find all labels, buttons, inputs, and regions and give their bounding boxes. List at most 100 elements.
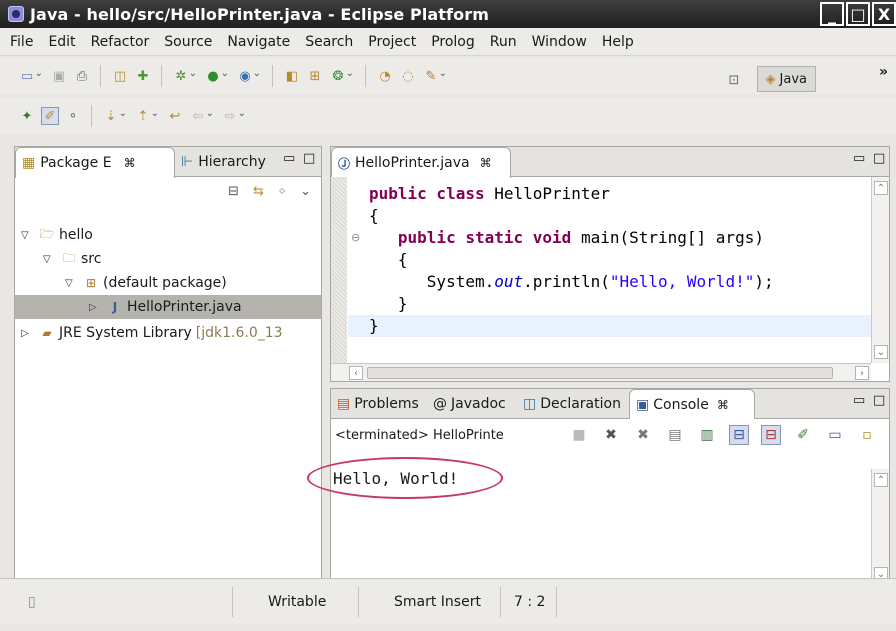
java-perspective-button[interactable]: ◈ Java bbox=[756, 66, 816, 92]
tree-row-jre-library[interactable]: ▷ ▰ JRE System Library [jdk1.6.0_13 bbox=[15, 321, 321, 345]
code-area[interactable]: public class HelloPrinter { public stati… bbox=[369, 183, 774, 337]
pin-icon[interactable]: ✦ bbox=[18, 107, 36, 125]
tab-package-explorer[interactable]: ▦ Package E ⌘ bbox=[15, 147, 175, 178]
scroll-left-icon[interactable]: ‹ bbox=[349, 366, 363, 380]
menu-project[interactable]: Project bbox=[368, 34, 416, 50]
code-text: main(String[] args) bbox=[580, 228, 764, 247]
minimize-view-icon[interactable]: ▭ bbox=[853, 393, 865, 408]
tab-console[interactable]: ▣ Console ⌘ bbox=[629, 389, 755, 420]
menu-run[interactable]: Run bbox=[490, 34, 517, 50]
run-icon[interactable]: ● bbox=[204, 67, 229, 85]
tree-row-default-package[interactable]: ▽ ⊞ (default package) bbox=[15, 271, 321, 295]
code-keyword: public class bbox=[369, 184, 495, 203]
maximize-view-icon[interactable]: □ bbox=[873, 151, 885, 166]
save-icon[interactable]: ▣ bbox=[50, 67, 68, 85]
new-package-icon[interactable]: ✚ bbox=[134, 67, 152, 85]
menu-source[interactable]: Source bbox=[164, 34, 212, 50]
open-type-icon[interactable]: ◔ bbox=[376, 67, 394, 85]
close-tab-icon[interactable]: ⌘ bbox=[480, 156, 492, 170]
tree-row-hello-printer[interactable]: ▷ J HelloPrinter.java bbox=[15, 295, 321, 319]
next-annotation-icon[interactable]: ⇣ bbox=[102, 107, 127, 125]
tab-javadoc[interactable]: @ Javadoc bbox=[427, 389, 506, 419]
search-icon[interactable]: ✎ bbox=[422, 67, 447, 85]
show-stderr-icon[interactable]: ⊟ bbox=[761, 425, 781, 445]
tab-hello-printer[interactable]: Ⓙ HelloPrinter.java ⌘ bbox=[331, 147, 511, 178]
scroll-down-icon[interactable]: ⌄ bbox=[874, 345, 888, 359]
editor-panel: Ⓙ HelloPrinter.java ⌘ ▭ □ ⊖ public class… bbox=[330, 146, 890, 382]
previous-annotation-icon[interactable]: ⇡ bbox=[134, 107, 159, 125]
menu-help[interactable]: Help bbox=[602, 34, 634, 50]
expand-triangle-icon[interactable]: ▽ bbox=[65, 278, 77, 289]
console-vertical-scrollbar[interactable]: ⌃ ⌄ bbox=[871, 469, 889, 585]
view-menu-chevron-icon[interactable]: ⌄ bbox=[300, 184, 311, 199]
scroll-up-icon[interactable]: ⌃ bbox=[874, 181, 888, 195]
clear-console-icon[interactable]: ▤ bbox=[665, 425, 685, 445]
open-perspective-icon[interactable]: ⊡ bbox=[725, 71, 743, 89]
last-edit-icon[interactable]: ↩ bbox=[166, 107, 184, 125]
source-folder-icon: 🗀 bbox=[62, 250, 75, 265]
tab-hierarchy-label: Hierarchy bbox=[198, 154, 266, 170]
close-tab-icon[interactable]: ⌘ bbox=[717, 398, 729, 412]
show-whitespace-icon[interactable]: ⚬ bbox=[64, 107, 82, 125]
new-fast-view-icon[interactable]: ▯ bbox=[28, 594, 36, 610]
menu-refactor[interactable]: Refactor bbox=[91, 34, 150, 50]
print-icon[interactable]: ⎙ bbox=[73, 67, 91, 85]
new-icon[interactable]: ▭ bbox=[18, 67, 43, 85]
tree-row-project[interactable]: ▽ 🗁 hello bbox=[15, 223, 321, 247]
debug-icon[interactable]: ✲ bbox=[172, 67, 197, 85]
tree-label: hello bbox=[59, 227, 93, 243]
terminate-icon[interactable]: ■ bbox=[569, 425, 589, 445]
menu-file[interactable]: File bbox=[10, 34, 33, 50]
close-tab-icon[interactable]: ⌘ bbox=[124, 156, 136, 170]
fold-icon[interactable]: ⊖ bbox=[351, 231, 360, 244]
new-class-icon[interactable]: ◧ bbox=[283, 67, 301, 85]
expand-triangle-icon[interactable]: ▽ bbox=[21, 230, 33, 241]
maximize-view-icon[interactable]: □ bbox=[303, 151, 315, 166]
view-menu-icon[interactable]: ⋄ bbox=[278, 184, 286, 199]
status-writable: Writable bbox=[268, 594, 327, 610]
scroll-up-icon[interactable]: ⌃ bbox=[874, 473, 888, 487]
tree-row-src[interactable]: ▽ 🗀 src bbox=[15, 247, 321, 271]
editor-vertical-scrollbar[interactable]: ⌃ ⌄ bbox=[871, 177, 889, 363]
menu-edit[interactable]: Edit bbox=[48, 34, 75, 50]
minimize-view-icon[interactable]: ▭ bbox=[283, 151, 295, 166]
new-wizard-icon[interactable]: ❂ bbox=[329, 67, 354, 85]
scroll-thumb[interactable] bbox=[367, 367, 833, 379]
collapse-triangle-icon[interactable]: ▷ bbox=[21, 328, 33, 339]
menu-prolog[interactable]: Prolog bbox=[431, 34, 475, 50]
open-console-icon[interactable]: ▫ bbox=[857, 425, 877, 445]
maximize-view-icon[interactable]: □ bbox=[873, 393, 885, 408]
forward-icon[interactable]: ⇨ bbox=[221, 107, 246, 125]
new-java-project-icon[interactable]: ◫ bbox=[111, 67, 129, 85]
more-perspectives-chevron[interactable]: » bbox=[879, 64, 888, 80]
new-interface-icon[interactable]: ⊞ bbox=[306, 67, 324, 85]
show-stdout-icon[interactable]: ⊟ bbox=[729, 425, 749, 445]
close-button[interactable]: X bbox=[872, 2, 896, 26]
display-console-icon[interactable]: ▭ bbox=[825, 425, 845, 445]
collapse-all-icon[interactable]: ⊟ bbox=[228, 184, 239, 199]
remove-all-icon[interactable]: ✖ bbox=[633, 425, 653, 445]
link-with-editor-icon[interactable]: ⇆ bbox=[253, 184, 264, 199]
tab-hierarchy[interactable]: ⊩ Hierarchy bbox=[175, 147, 266, 177]
menu-window[interactable]: Window bbox=[532, 34, 587, 50]
open-task-icon[interactable]: ◌ bbox=[399, 67, 417, 85]
pin-console-icon[interactable]: ✐ bbox=[793, 425, 813, 445]
back-icon[interactable]: ⇦ bbox=[189, 107, 214, 125]
expand-triangle-icon[interactable]: ▽ bbox=[43, 254, 55, 265]
collapse-triangle-icon[interactable]: ▷ bbox=[89, 302, 101, 313]
minimize-button[interactable]: _ bbox=[820, 2, 844, 26]
tab-declaration[interactable]: ◫ Declaration bbox=[517, 389, 621, 419]
mark-occurrences-icon[interactable]: ✐ bbox=[41, 107, 59, 125]
tab-problems[interactable]: ▤ Problems bbox=[331, 389, 419, 419]
external-tools-icon[interactable]: ◉ bbox=[236, 67, 261, 85]
menu-navigate[interactable]: Navigate bbox=[227, 34, 290, 50]
remove-launch-icon[interactable]: ✖ bbox=[601, 425, 621, 445]
scroll-lock-icon[interactable]: ▥ bbox=[697, 425, 717, 445]
eclipse-app-icon[interactable] bbox=[8, 6, 24, 22]
scroll-right-icon[interactable]: › bbox=[855, 366, 869, 380]
menu-search[interactable]: Search bbox=[305, 34, 353, 50]
maximize-button[interactable]: □ bbox=[846, 2, 870, 26]
minimize-view-icon[interactable]: ▭ bbox=[853, 151, 865, 166]
title-bar: Java - hello/src/HelloPrinter.java - Ecl… bbox=[0, 0, 896, 28]
editor-horizontal-scrollbar[interactable]: ‹ › bbox=[331, 363, 871, 381]
